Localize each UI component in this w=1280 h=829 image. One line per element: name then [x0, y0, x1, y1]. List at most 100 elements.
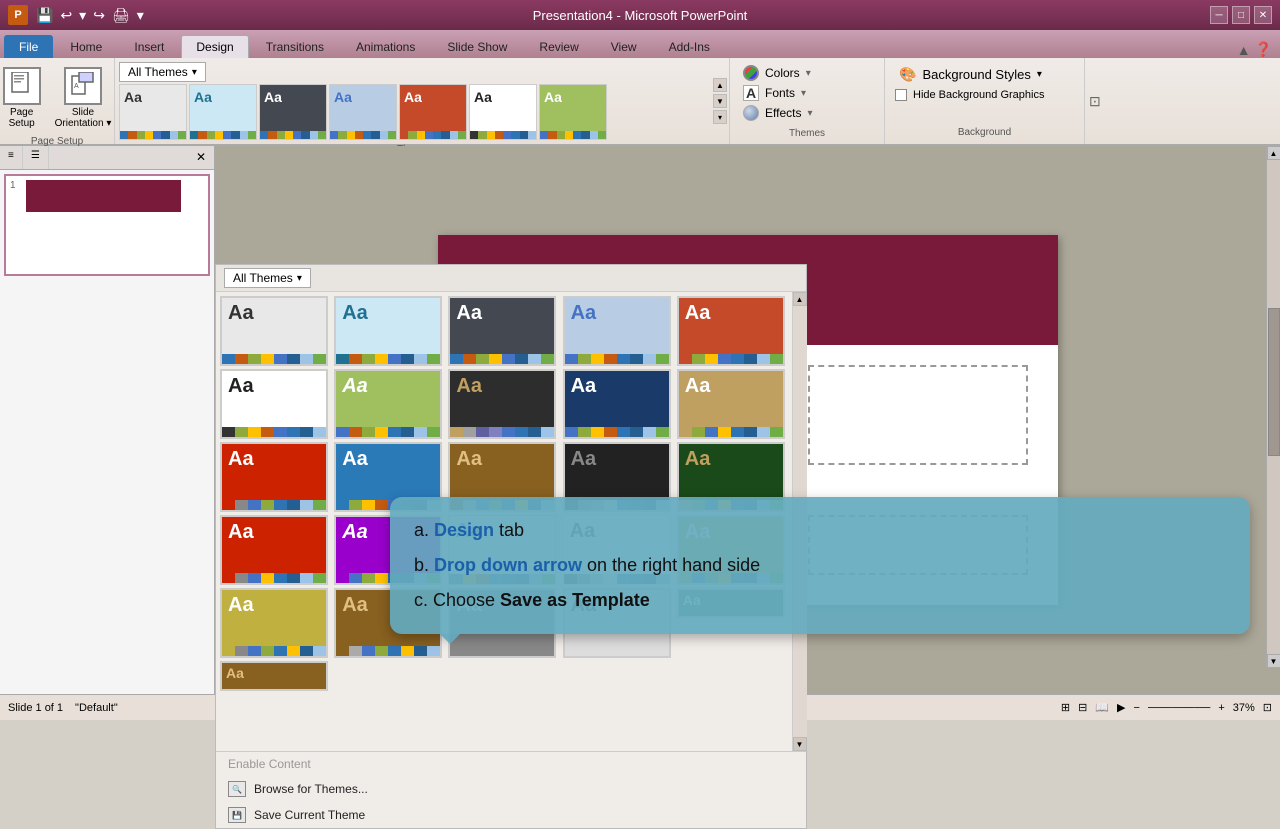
all-themes-dropdown[interactable]: All Themes ▾ [119, 62, 206, 82]
panel-close-button[interactable]: ✕ [188, 146, 214, 169]
slide-body [26, 212, 181, 271]
panel-tab-slides[interactable]: ≡ [0, 146, 23, 169]
tab-animations[interactable]: Animations [341, 35, 430, 58]
orientation-icon-svg: A [71, 72, 95, 100]
tab-insert[interactable]: Insert [119, 35, 179, 58]
theme-civic-colorbar [565, 427, 669, 437]
tab-home[interactable]: Home [55, 35, 117, 58]
themes-popup-dropdown[interactable]: All Themes ▾ [224, 268, 311, 288]
theme-composite[interactable]: Aa [220, 442, 328, 512]
tab-slideshow[interactable]: Slide Show [432, 35, 522, 58]
view-reading-icon[interactable]: 📖 [1095, 701, 1109, 714]
colors-icon [743, 65, 759, 81]
colors-button[interactable]: Colors ▾ [740, 64, 874, 82]
view-slide-sorter-icon[interactable]: ⊟ [1078, 701, 1087, 714]
theme-office[interactable]: Aa [220, 296, 328, 366]
theme-civic[interactable]: Aa [563, 369, 671, 439]
maximize-button[interactable]: □ [1232, 6, 1250, 24]
tab-view[interactable]: View [596, 35, 652, 58]
print-preview-button[interactable]: 🖨 [110, 5, 132, 26]
themes-scroll-up[interactable]: ▲ [713, 78, 727, 92]
themes-dropdown-arrow: ▾ [192, 67, 197, 78]
theme-essential[interactable]: Aa [220, 515, 328, 585]
tooltip-line3-bold: Save as Template [500, 590, 650, 610]
close-button[interactable]: ✕ [1254, 6, 1272, 24]
slide-preview-1 [26, 180, 181, 270]
undo-button[interactable]: ↩ [58, 5, 74, 26]
theme-color-bar-4 [400, 131, 466, 139]
fonts-button[interactable]: A Fonts ▾ [740, 84, 874, 102]
save-button[interactable]: 💾 [34, 5, 55, 26]
background-styles-button[interactable]: 🎨 Background Styles ▾ [895, 64, 1074, 85]
tab-review[interactable]: Review [524, 35, 593, 58]
theme-item-3[interactable]: Aa [329, 84, 397, 140]
all-themes-label: All Themes [128, 65, 188, 79]
hide-background-checkbox[interactable]: Hide Background Graphics [895, 89, 1074, 101]
scrollbar-down-arrow[interactable]: ▼ [1267, 654, 1280, 668]
themes-scroll-down[interactable]: ▼ [713, 94, 727, 108]
theme-row5-1[interactable]: Aa [220, 588, 328, 658]
themes-scroll-up-btn[interactable]: ▲ [793, 292, 807, 306]
tooltip-line1-a: a. [414, 520, 434, 540]
browse-themes-item[interactable]: 🔍 Browse for Themes... [216, 776, 806, 802]
theme-austin[interactable]: Aa [334, 369, 442, 439]
theme-item-0[interactable]: Aa [119, 84, 187, 140]
view-presenter-icon[interactable]: ▶ [1117, 701, 1125, 714]
slide-number-1: 1 [10, 180, 22, 191]
redo-button[interactable]: ↪ [91, 5, 107, 26]
slide-orientation-icon: A [64, 67, 102, 105]
effects-button[interactable]: Effects ▾ [740, 104, 874, 122]
tooltip-line-1: a. Design tab [414, 517, 1226, 544]
themes-scroll-more[interactable]: ▾ [713, 110, 727, 124]
scrollbar-up-arrow[interactable]: ▲ [1267, 146, 1280, 160]
background-styles-label: Background Styles [922, 67, 1030, 82]
status-right: ⊞ ⊟ 📖 ▶ − ──────── + 37% ⊡ [1061, 701, 1272, 714]
panel-tabs: ≡ ☰ ✕ [0, 146, 214, 170]
theme-apothecary[interactable]: Aa [677, 296, 785, 366]
ribbon-collapse-btn[interactable]: ▲ [1237, 42, 1251, 58]
theme-black-tie-colorbar [450, 427, 554, 437]
view-normal-icon[interactable]: ⊞ [1061, 701, 1070, 714]
slide-orientation-button[interactable]: A SlideOrientation ▾ [51, 64, 116, 132]
page-setup-group-label: Page Setup [31, 132, 83, 147]
save-current-theme-item[interactable]: 💾 Save Current Theme [216, 802, 806, 828]
theme-aspect[interactable]: Aa [220, 369, 328, 439]
theme-row6-2[interactable]: Aa [220, 661, 328, 691]
theme-composite-colorbar [222, 500, 326, 510]
theme-item-1[interactable]: Aa [189, 84, 257, 140]
theme-black-tie[interactable]: Aa [448, 369, 556, 439]
themes-options-group-label: Themes [740, 124, 874, 139]
tooltip-bubble: a. Design tab b. Drop down arrow on the … [390, 497, 1250, 634]
zoom-slider[interactable]: ──────── [1148, 702, 1210, 714]
theme-item-5[interactable]: Aa [469, 84, 537, 140]
fit-window-button[interactable]: ⊡ [1263, 701, 1272, 714]
minimize-button[interactable]: ─ [1210, 6, 1228, 24]
themes-scroll-down-btn[interactable]: ▼ [793, 737, 807, 751]
theme-item-6[interactable]: Aa [539, 84, 607, 140]
format-dialog-button[interactable]: ⊡ [1084, 58, 1105, 144]
theme-item-2[interactable]: Aa [259, 84, 327, 140]
theme-color-bar-6 [540, 131, 606, 139]
theme-apex[interactable]: Aa [563, 296, 671, 366]
theme-clarity[interactable]: Aa [677, 369, 785, 439]
slide-thumbnail-1[interactable]: 1 [4, 174, 210, 276]
quick-access-dropdown[interactable]: ▾ [135, 5, 146, 26]
tab-design[interactable]: Design [181, 35, 248, 58]
undo-dropdown[interactable]: ▾ [77, 5, 88, 26]
powerpoint-icon: P [8, 5, 28, 25]
page-setup-buttons: PageSetup A SlideOrientation ▾ [0, 64, 115, 132]
zoom-out-button[interactable]: − [1134, 702, 1140, 714]
theme-item-4[interactable]: Aa [399, 84, 467, 140]
tab-file[interactable]: File [4, 35, 53, 58]
tab-addins[interactable]: Add-Ins [654, 35, 725, 58]
slide-placeholder-1[interactable] [808, 365, 1028, 465]
tab-transitions[interactable]: Transitions [251, 35, 339, 58]
panel-tab-outline[interactable]: ☰ [23, 146, 49, 169]
theme-angles[interactable]: Aa [448, 296, 556, 366]
theme-adjacency[interactable]: Aa [334, 296, 442, 366]
theme-apothecary-colorbar [679, 354, 783, 364]
page-setup-group: PageSetup A SlideOrientation ▾ Page Setu… [0, 58, 115, 144]
zoom-in-button[interactable]: + [1218, 702, 1224, 714]
help-button[interactable]: ❓ [1255, 41, 1272, 58]
page-setup-button[interactable]: PageSetup [0, 64, 45, 132]
